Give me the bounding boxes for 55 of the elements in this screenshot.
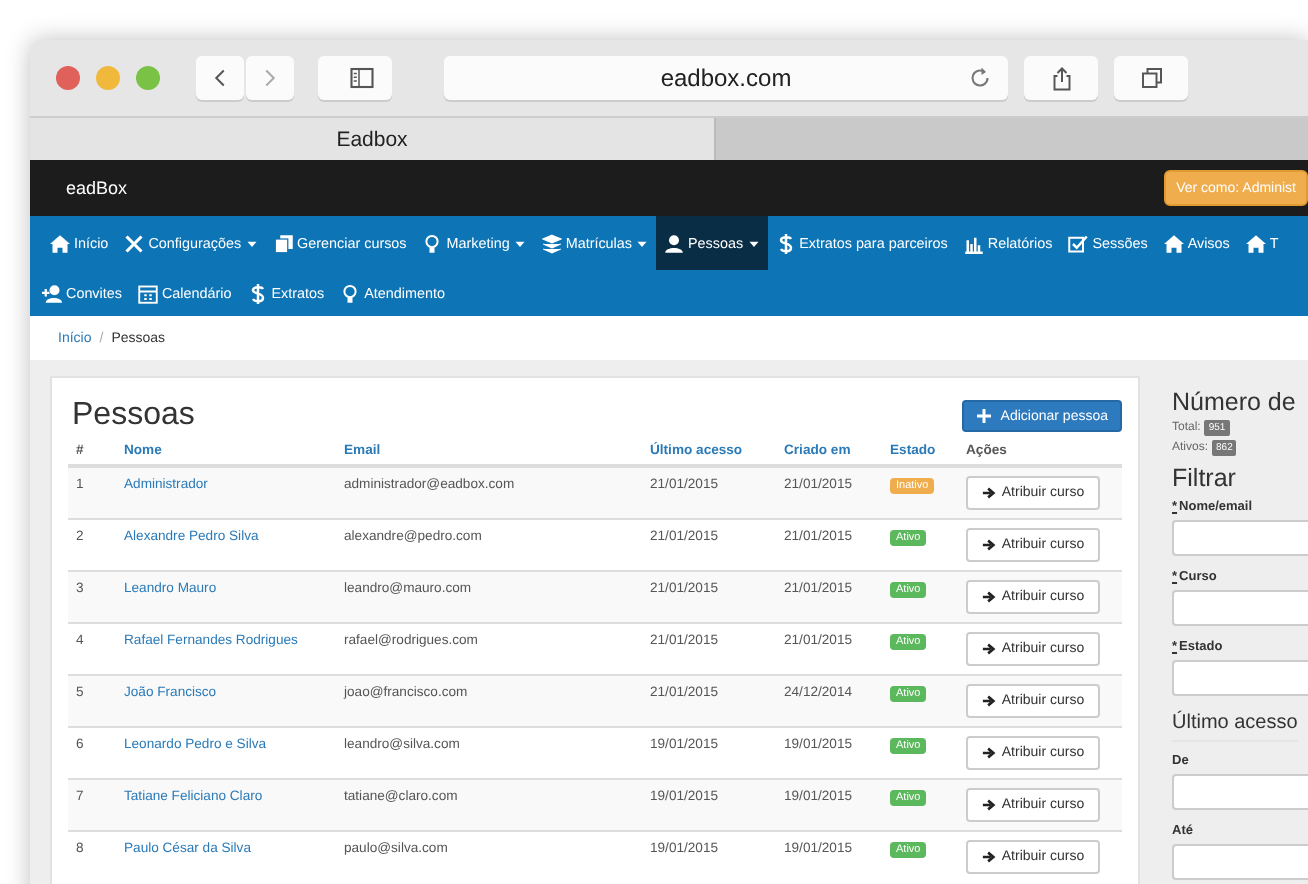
home-icon	[1245, 233, 1266, 253]
caret-icon	[245, 237, 258, 249]
input-field[interactable]	[1172, 520, 1308, 556]
arrow-right-icon	[981, 849, 996, 863]
arrow-right-icon	[981, 693, 996, 707]
minimize-icon[interactable]	[96, 66, 120, 90]
user-plus-icon	[42, 283, 62, 303]
caret-icon	[747, 237, 760, 249]
counter-title: Número de	[1172, 388, 1298, 416]
input-field[interactable]	[1172, 590, 1308, 626]
arrow-right-icon	[981, 797, 996, 811]
plus-icon	[976, 408, 993, 424]
input-field[interactable]	[1172, 660, 1308, 696]
sidebar-button[interactable]	[318, 56, 392, 100]
arrow-right-icon	[981, 486, 996, 500]
calendar-icon	[137, 283, 158, 303]
page-title: Pessoas	[72, 398, 195, 434]
copy-icon	[273, 233, 294, 253]
site-logo[interactable]: eadBox	[66, 178, 128, 198]
tabs-button[interactable]	[1114, 56, 1188, 100]
share-button[interactable]	[1024, 56, 1098, 100]
back-button[interactable]	[196, 56, 244, 100]
section-title: Último acesso	[1172, 712, 1298, 742]
url-text: eadbox.com	[660, 64, 792, 92]
bar-chart-icon	[963, 233, 984, 253]
checkbox-icon	[1068, 233, 1089, 253]
sidebar-icon	[347, 66, 375, 90]
forward-button[interactable]	[246, 56, 294, 100]
share-icon	[1049, 65, 1073, 91]
tabs-icon	[1139, 66, 1163, 90]
caret-icon	[513, 237, 526, 249]
lightbulb-icon	[422, 233, 443, 253]
reload-icon[interactable]	[968, 66, 992, 90]
maximize-icon[interactable]	[136, 66, 160, 90]
filter-title: Filtrar	[1172, 464, 1238, 492]
dollar-icon	[775, 233, 796, 253]
home-icon	[1163, 233, 1184, 253]
arrow-right-icon	[981, 745, 996, 759]
chevron-left-icon	[210, 66, 230, 90]
caret-icon	[636, 237, 648, 249]
arrow-right-icon	[981, 589, 996, 603]
tools-icon	[124, 233, 145, 253]
arrow-right-icon	[981, 641, 996, 655]
home-icon	[50, 233, 70, 253]
user-icon	[664, 233, 684, 253]
arrow-right-icon	[981, 537, 996, 551]
input-field[interactable]	[1172, 774, 1308, 810]
input-field[interactable]	[1172, 844, 1308, 880]
chevron-right-icon	[260, 66, 280, 90]
dollar-icon	[247, 283, 268, 303]
lightbulb-icon	[340, 283, 361, 303]
close-icon[interactable]	[56, 66, 80, 90]
address-bar[interactable]: eadbox.com	[444, 56, 1008, 100]
layers-icon	[541, 233, 562, 253]
browser-tab[interactable]: Eadbox	[30, 118, 716, 160]
